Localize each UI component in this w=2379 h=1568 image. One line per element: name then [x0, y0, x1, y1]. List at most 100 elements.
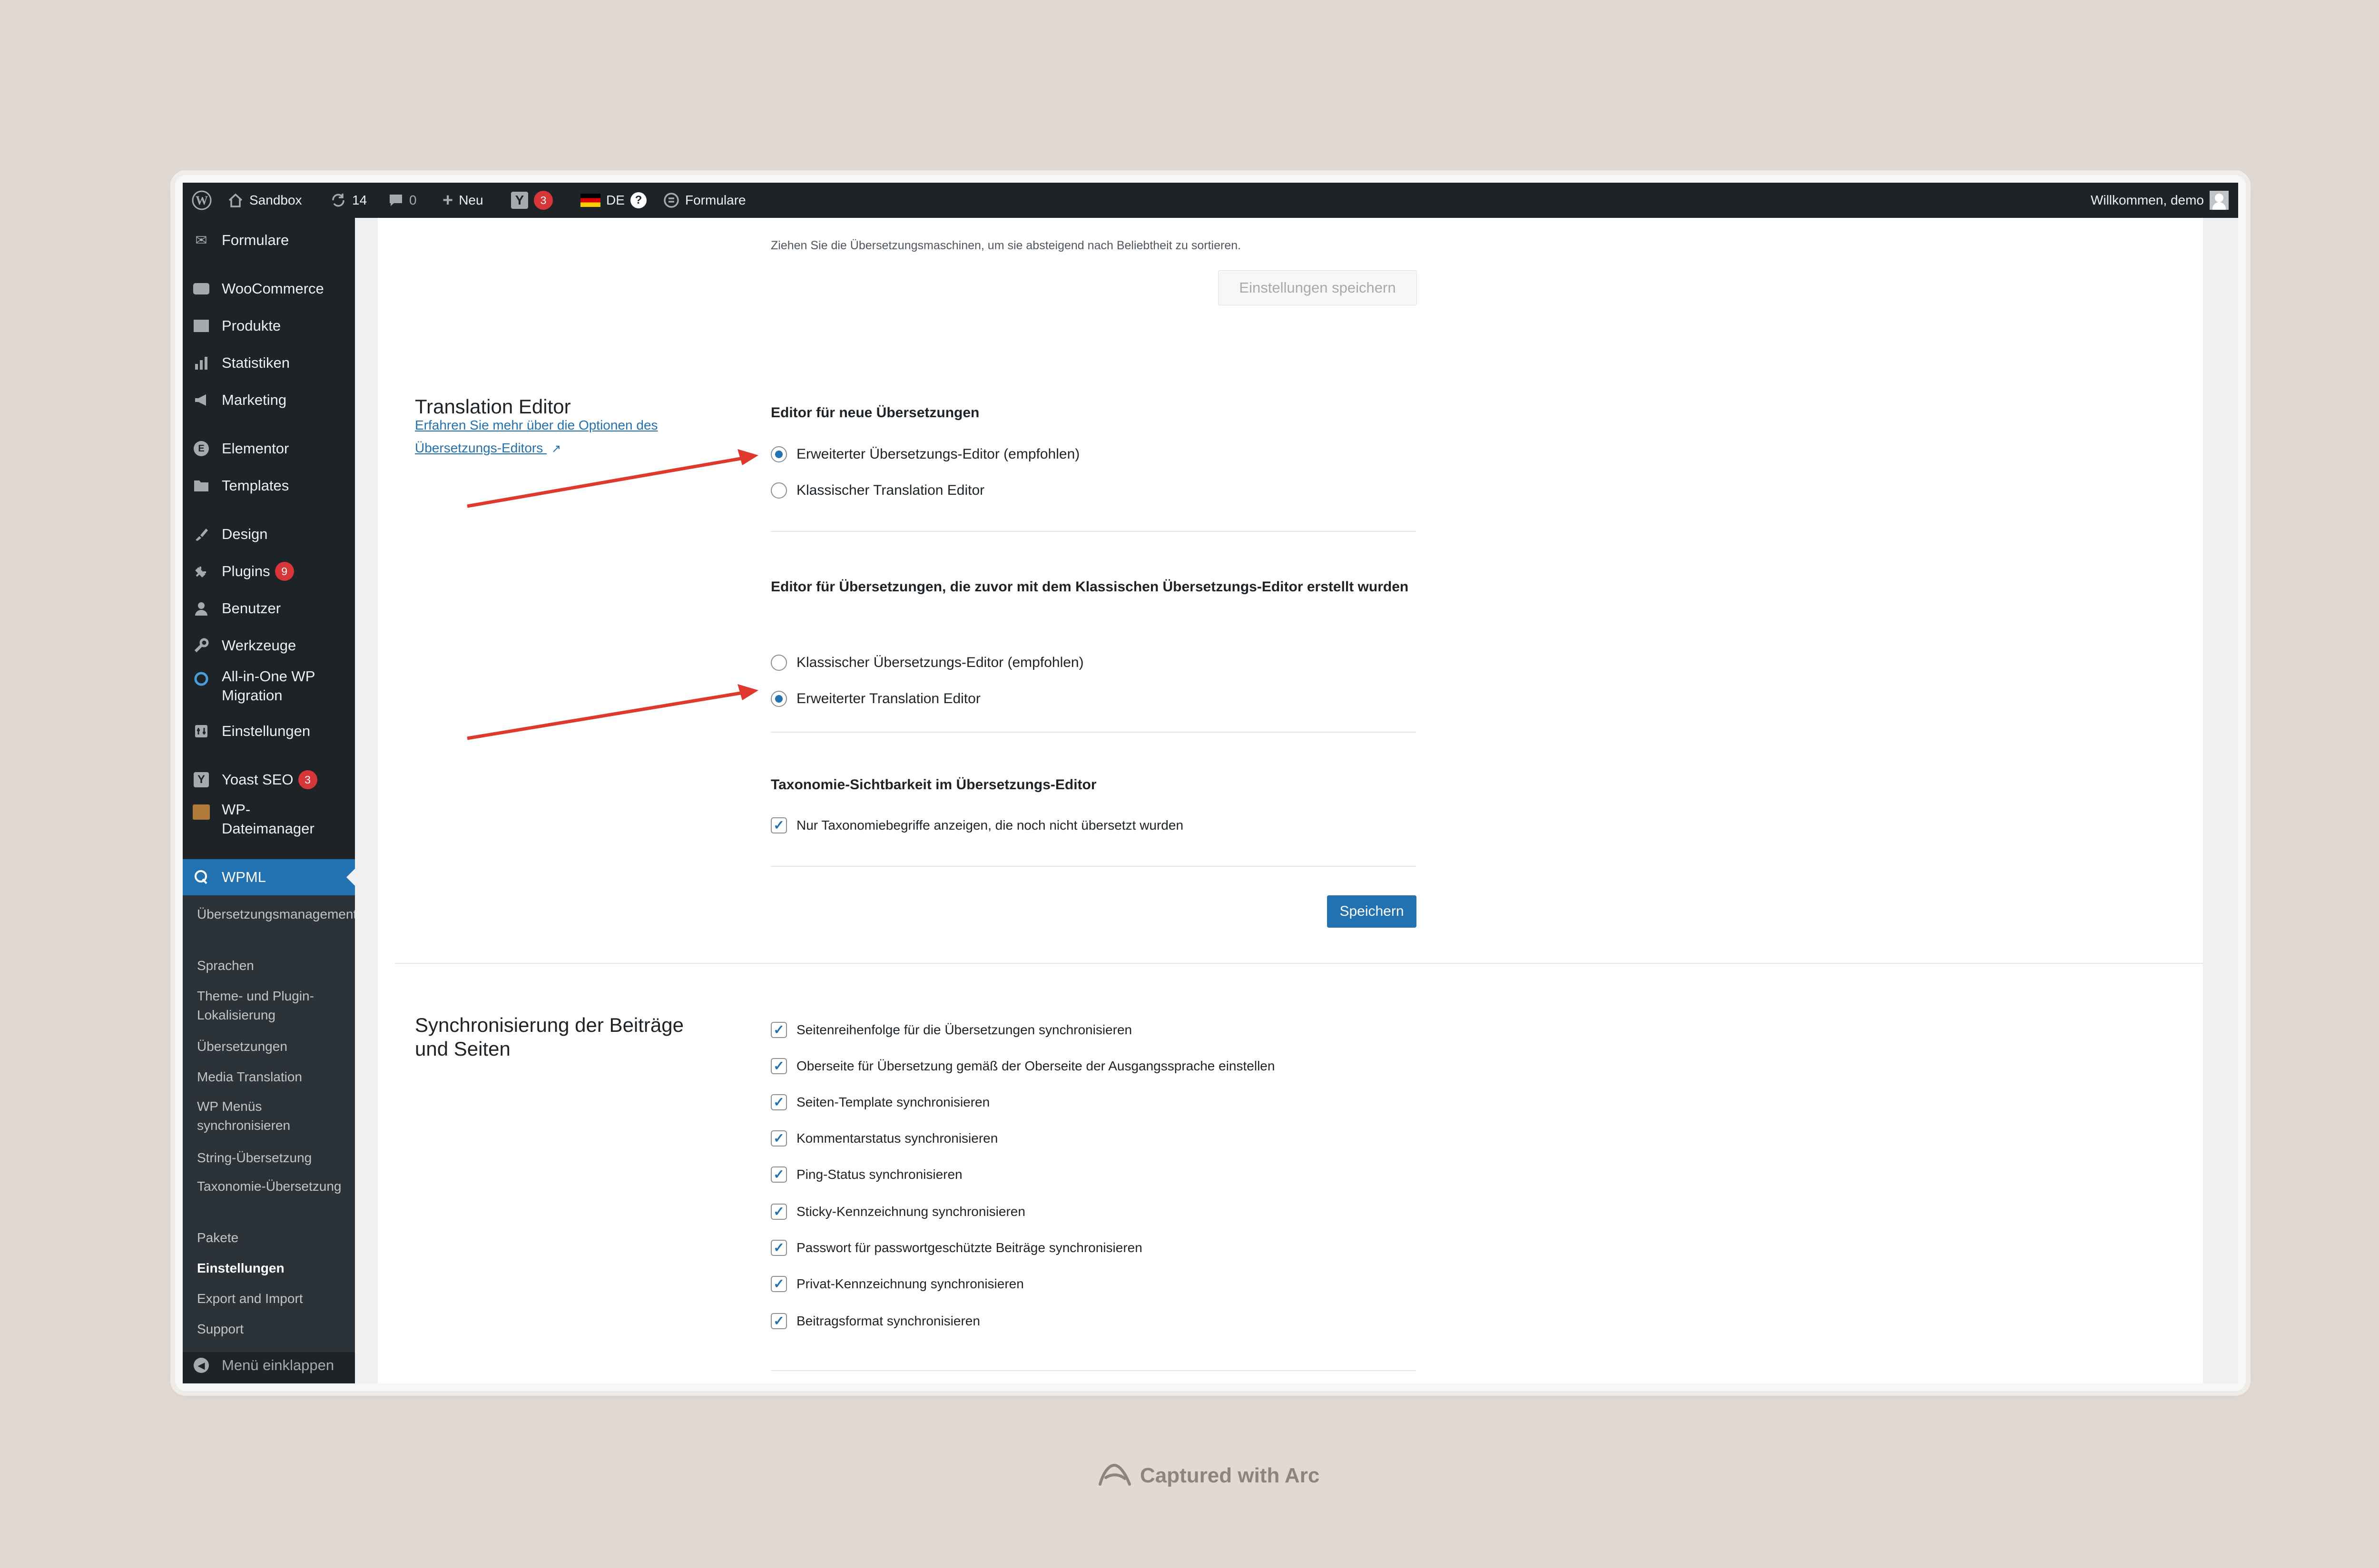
checkbox-label: Sticky-Kennzeichnung synchronisieren [796, 1204, 1025, 1219]
radio-option-advanced-editor[interactable]: Erweiterter Übersetzungs-Editor (empfohl… [771, 446, 1080, 462]
sync-option[interactable]: ✓ Oberseite für Übersetzung gemäß der Obe… [771, 1058, 1275, 1074]
arc-logo-icon [1099, 1463, 1131, 1486]
sync-option[interactable]: ✓ Sticky-Kennzeichnung synchronisieren [771, 1204, 1025, 1220]
annotation-arrow-line [467, 691, 744, 740]
sidebar-item-all-in-one-wp-migration[interactable]: All-in-One WP Migration [183, 667, 355, 709]
submenu-item-support[interactable]: Support [197, 1320, 349, 1339]
checkbox-label: Nur Taxonomiebegriffe anzeigen, die noch… [796, 818, 1184, 833]
submenu-item-taxonomie-uebersetzung[interactable]: Taxonomie-Übersetzung [197, 1177, 349, 1196]
checkbox-checked[interactable]: ✓ [771, 817, 787, 833]
checkbox-label: Privat-Kennzeichnung synchronisieren [796, 1276, 1024, 1291]
sidebar-item-produkte[interactable]: Produkte [183, 315, 355, 337]
browser-window: W Sandbox 14 0 + Neu Y 3 DE ? Formulare … [175, 175, 2246, 1391]
captured-with-text: Captured with Arc [1140, 1464, 1320, 1487]
sync-option[interactable]: ✓ Privat-Kennzeichnung synchronisieren [771, 1276, 1024, 1292]
save-button[interactable]: Speichern [1327, 895, 1416, 928]
woo-icon [192, 280, 210, 298]
account-menu[interactable]: Willkommen, demo [2091, 183, 2229, 218]
sidebar-item-woocommerce[interactable]: WooCommerce [183, 278, 355, 300]
submenu-item-export-import[interactable]: Export and Import [197, 1289, 349, 1308]
new-translations-editor-label: Editor für neue Übersetzungen [771, 405, 980, 421]
sidebar-item-formulare[interactable]: ✉ Formulare [183, 229, 355, 251]
checkbox-checked[interactable]: ✓ [771, 1094, 787, 1110]
plugin-icon [192, 562, 210, 580]
sync-option[interactable]: ✓ Seitenreihenfolge für die Übersetzungen… [771, 1022, 1132, 1038]
mail-icon: ✉ [195, 232, 207, 248]
checkbox-checked[interactable]: ✓ [771, 1058, 787, 1074]
annotation-arrow-line [467, 456, 744, 508]
yoast-count-badge: 3 [534, 191, 553, 210]
forms-adminbar-link[interactable]: Formulare [663, 183, 746, 218]
sidebar-item-wpml[interactable]: WPML [183, 859, 355, 895]
annotation-arrowhead [737, 449, 758, 465]
submenu-item-theme-plugin-lokalisierung[interactable]: Theme- und Plugin-Lokalisierung [197, 987, 349, 1025]
language-code: DE [606, 193, 625, 207]
sync-option[interactable]: ✓ Passwort für passwortgeschützte Beiträg… [771, 1240, 1142, 1256]
annotation-arrowhead [737, 684, 758, 700]
checkbox-label: Beitragsformat synchronisieren [796, 1313, 980, 1328]
sidebar-item-plugins[interactable]: Plugins 9 [183, 560, 355, 582]
checkbox-checked[interactable]: ✓ [771, 1166, 787, 1183]
collapse-menu-button[interactable]: ◀ Menü einklappen [183, 1356, 355, 1375]
sync-option[interactable]: ✓ Beitragsformat synchronisieren [771, 1313, 980, 1329]
submenu-item-uebersetzungen[interactable]: Übersetzungen [197, 1037, 349, 1056]
yoast-icon: Y [192, 771, 210, 789]
submenu-item-string-uebersetzung[interactable]: String-Übersetzung [197, 1148, 349, 1167]
radio-label: Klassischer Translation Editor [796, 482, 985, 498]
site-name-link[interactable]: Sandbox [227, 183, 302, 218]
comments-count: 0 [409, 193, 417, 207]
divider [771, 866, 1416, 867]
new-content-link[interactable]: + Neu [442, 183, 483, 218]
save-engines-button[interactable]: Einstellungen speichern [1218, 270, 1417, 305]
updates-link[interactable]: 14 [330, 183, 367, 218]
plugins-label-wrap: Plugins 9 [222, 562, 294, 581]
checkbox-label: Oberseite für Übersetzung gemäß der Ober… [796, 1058, 1275, 1073]
submenu-item-einstellungen[interactable]: Einstellungen [197, 1259, 349, 1278]
submenu-item-wp-menues-synchronisieren[interactable]: WP Menüs synchronisieren [197, 1097, 349, 1135]
submenu-item-sprachen[interactable]: Sprachen [197, 956, 349, 975]
comment-icon [390, 195, 402, 206]
sidebar-item-statistiken[interactable]: Statistiken [183, 352, 355, 374]
sync-option[interactable]: ✓ Ping-Status synchronisieren [771, 1166, 963, 1183]
checkbox-checked[interactable]: ✓ [771, 1130, 787, 1147]
sync-option[interactable]: ✓ Seiten-Template synchronisieren [771, 1094, 990, 1110]
help-icon: ? [630, 192, 647, 208]
checkbox-label: Passwort für passwortgeschützte Beiträge… [796, 1240, 1142, 1255]
checkbox-option-untranslated-terms[interactable]: ✓ Nur Taxonomiebegriffe anzeigen, die no… [771, 817, 1183, 833]
plugins-label: Plugins [222, 563, 270, 579]
brush-icon [192, 525, 210, 543]
annotation-arrows [467, 449, 758, 740]
yoast-adminbar-link[interactable]: Y 3 [511, 183, 553, 218]
sidebar-item-yoast-seo[interactable]: Y Yoast SEO 3 [183, 769, 355, 791]
radio-option-classic-legacy[interactable]: Klassischer Übersetzungs-Editor (empfohl… [771, 655, 1084, 671]
comments-link[interactable]: 0 [388, 183, 417, 218]
sync-option[interactable]: ✓ Kommentarstatus synchronisieren [771, 1130, 998, 1147]
checkbox-checked[interactable]: ✓ [771, 1313, 787, 1329]
refresh-icon [332, 194, 344, 207]
sidebar-item-design[interactable]: Design [183, 523, 355, 545]
sidebar-item-benutzer[interactable]: Benutzer [183, 598, 355, 619]
submenu-item-media-translation[interactable]: Media Translation [197, 1068, 349, 1087]
sidebar-item-wp-dateimanager[interactable]: WP-Dateimanager [183, 800, 355, 842]
divider [771, 531, 1416, 532]
checkbox-checked[interactable]: ✓ [771, 1276, 787, 1292]
checkbox-label: Seiten-Template synchronisieren [796, 1095, 990, 1109]
elementor-icon: E [192, 440, 210, 458]
submenu-item-uebersetzungsmanagement[interactable]: Übersetzungsmanagement [197, 905, 357, 924]
sidebar-item-elementor[interactable]: E Elementor [183, 438, 355, 460]
sidebar-item-werkzeuge[interactable]: Werkzeuge [183, 635, 355, 657]
svg-text:W: W [196, 194, 208, 207]
sidebar-item-marketing[interactable]: Marketing [183, 389, 355, 411]
sidebar-item-einstellungen[interactable]: Einstellungen [183, 720, 355, 742]
wordpress-logo-icon[interactable]: W [191, 183, 212, 218]
language-switcher[interactable]: DE ? [580, 183, 647, 218]
plus-icon: + [442, 190, 453, 210]
forms-icon [664, 193, 679, 208]
checkbox-checked[interactable]: ✓ [771, 1204, 787, 1220]
checkbox-checked[interactable]: ✓ [771, 1240, 787, 1256]
sidebar-item-templates[interactable]: Templates [183, 475, 355, 497]
yoast-label-wrap: Yoast SEO 3 [222, 770, 317, 789]
taxonomy-visibility-label: Taxonomie-Sichtbarkeit im Übersetzungs-E… [771, 777, 1097, 793]
submenu-item-pakete[interactable]: Pakete [197, 1228, 349, 1247]
checkbox-checked[interactable]: ✓ [771, 1022, 787, 1038]
